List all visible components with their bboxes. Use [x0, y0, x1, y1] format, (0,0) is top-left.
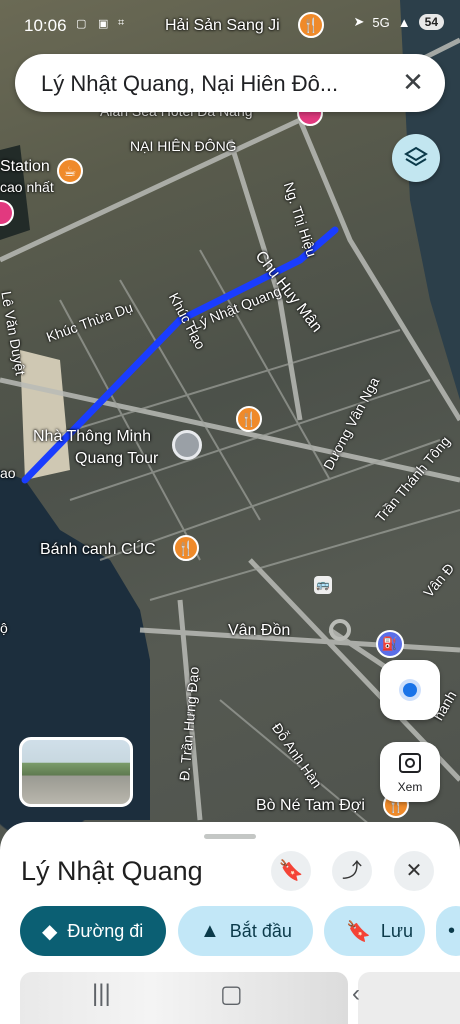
- close-icon: ✕: [405, 860, 423, 882]
- bookmark-icon: 🔖: [346, 920, 371, 943]
- directions-icon: ◆: [42, 920, 58, 943]
- location-dot-icon: [403, 683, 417, 697]
- status-bar: 10:06 ▢ ▣ ⌗ ➤ 5G ▲ 54: [0, 0, 460, 50]
- search-bar[interactable]: Lý Nhật Quang, Nại Hiên Đô... ✕: [15, 54, 445, 112]
- map-label: NẠI HIÊN ĐÔNG: [130, 138, 237, 154]
- directions-button[interactable]: ◆ Đường đi: [20, 906, 166, 956]
- bus-stop-icon[interactable]: 🚌: [314, 576, 332, 594]
- map-label: Station: [0, 158, 50, 175]
- camera-scan-icon: [399, 753, 421, 773]
- my-location-button[interactable]: [380, 660, 440, 720]
- location-icon: ➤: [353, 14, 365, 29]
- map-label: ao: [0, 465, 16, 481]
- directions-label: Đường đi: [67, 920, 144, 941]
- save-button[interactable]: 🔖 Lưu: [324, 906, 425, 956]
- bookmark-icon: 🔖: [278, 860, 304, 882]
- save-label: Lưu: [380, 920, 413, 941]
- place-title: Lý Nhật Quang: [21, 856, 203, 886]
- start-label: Bắt đầu: [229, 920, 292, 941]
- signal-icon: ▲: [397, 14, 411, 30]
- layers-button[interactable]: [392, 134, 440, 182]
- gas-station-pin-icon[interactable]: ⛽: [376, 630, 404, 658]
- restaurant-pin-icon[interactable]: 🍴: [173, 535, 199, 561]
- navigation-arrow-icon: ▲: [200, 919, 220, 942]
- more-icon: •: [448, 919, 456, 942]
- back-icon[interactable]: ‹: [352, 980, 360, 1008]
- close-icon[interactable]: ✕: [399, 68, 427, 96]
- map-label: Vân Đồn: [228, 622, 291, 639]
- map-label: ộ: [0, 620, 8, 636]
- system-nav-bar: ||| ▢ ‹: [0, 962, 460, 1024]
- home-icon[interactable]: ▢: [220, 980, 243, 1009]
- start-button[interactable]: ▲ Bắt đầu: [178, 906, 313, 956]
- restaurant-pin-icon[interactable]: 🍴: [236, 406, 262, 432]
- layers-icon: [404, 146, 428, 167]
- sheet-handle[interactable]: [204, 834, 256, 839]
- notification-icon: ▣: [98, 18, 109, 30]
- battery-indicator: 54: [418, 14, 444, 30]
- screenshot-icon: ⌗: [118, 17, 125, 29]
- map-label: Quang Tour: [75, 450, 159, 467]
- network-badge: 5G: [372, 14, 390, 30]
- status-time: 10:06: [24, 16, 67, 35]
- recent-apps-icon[interactable]: |||: [92, 980, 111, 1008]
- bookmark-button[interactable]: 🔖: [271, 851, 311, 891]
- zalo-icon: ▢: [76, 18, 87, 30]
- map-label: Bánh canh CÚC: [40, 541, 156, 558]
- status-right: ➤ 5G ▲ 54: [354, 14, 444, 30]
- share-button[interactable]: ⤴: [332, 851, 372, 891]
- close-sheet-button[interactable]: ✕: [394, 851, 434, 891]
- map-label: Nhà Thông Minh: [33, 428, 151, 445]
- place-pin-icon[interactable]: [172, 430, 202, 460]
- cafe-pin-icon[interactable]: ☕: [57, 158, 83, 184]
- street-view-thumbnail[interactable]: [19, 737, 133, 807]
- map-label: Bò Né Tam Đợi: [256, 797, 365, 814]
- map-label: cao nhất: [0, 179, 54, 195]
- more-button[interactable]: •: [436, 906, 460, 956]
- search-query[interactable]: Lý Nhật Quang, Nại Hiên Đô...: [41, 71, 338, 97]
- share-icon: ⤴: [342, 860, 362, 882]
- lens-view-button[interactable]: Xem: [380, 742, 440, 802]
- xem-label: Xem: [397, 780, 423, 794]
